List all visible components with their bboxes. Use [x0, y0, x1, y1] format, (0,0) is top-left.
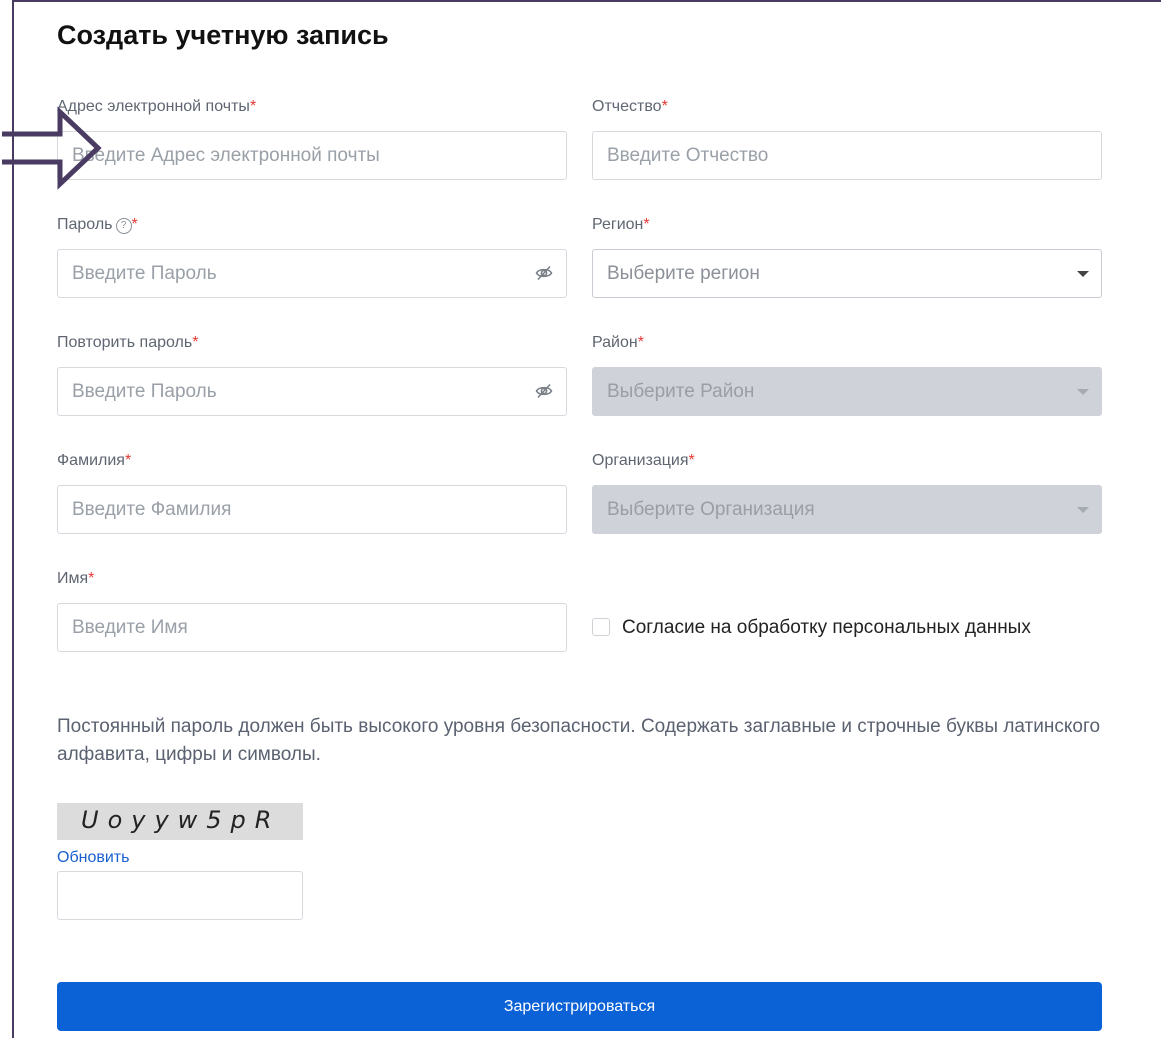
patronymic-input[interactable] — [592, 131, 1102, 180]
captcha-input[interactable] — [57, 871, 303, 920]
last-name-label: Фамилия* — [57, 452, 132, 469]
password-input[interactable] — [57, 249, 567, 298]
organization-label: Организация* — [592, 452, 695, 469]
register-button[interactable]: Зарегистрироваться — [57, 982, 1102, 1031]
password-label: Пароль? * — [57, 216, 138, 234]
patronymic-label: Отчество* — [592, 98, 668, 115]
district-label: Район* — [592, 334, 644, 351]
captcha-refresh-link[interactable]: Обновить — [57, 849, 129, 867]
page-title: Создать учетную запись — [57, 20, 389, 50]
chevron-down-icon — [1077, 270, 1089, 277]
last-name-input[interactable] — [57, 485, 567, 534]
first-name-label: Имя* — [57, 570, 95, 587]
captcha-image: Uoyyw5pR — [57, 803, 303, 840]
region-label: Регион* — [592, 216, 650, 233]
chevron-down-icon — [1077, 506, 1089, 513]
eye-slash-icon[interactable] — [535, 382, 553, 400]
consent-label[interactable]: Согласие на обработку персональных данны… — [622, 617, 1031, 639]
consent-checkbox[interactable] — [592, 618, 610, 636]
password-repeat-input[interactable] — [57, 367, 567, 416]
chevron-down-icon — [1077, 388, 1089, 395]
first-name-input[interactable] — [57, 603, 567, 652]
email-input[interactable] — [57, 131, 567, 180]
password-hint: Постоянный пароль должен быть высокого у… — [57, 716, 1101, 765]
window-frame-top — [12, 0, 1161, 2]
eye-slash-icon[interactable] — [535, 264, 553, 282]
password-repeat-label: Повторить пароль* — [57, 334, 199, 351]
region-select[interactable]: Выберите регион — [592, 249, 1102, 298]
organization-select[interactable]: Выберите Организация — [592, 485, 1102, 534]
question-circle-icon[interactable]: ? — [115, 218, 132, 234]
annotation-arrow-icon — [2, 106, 102, 190]
district-select[interactable]: Выберите Район — [592, 367, 1102, 416]
